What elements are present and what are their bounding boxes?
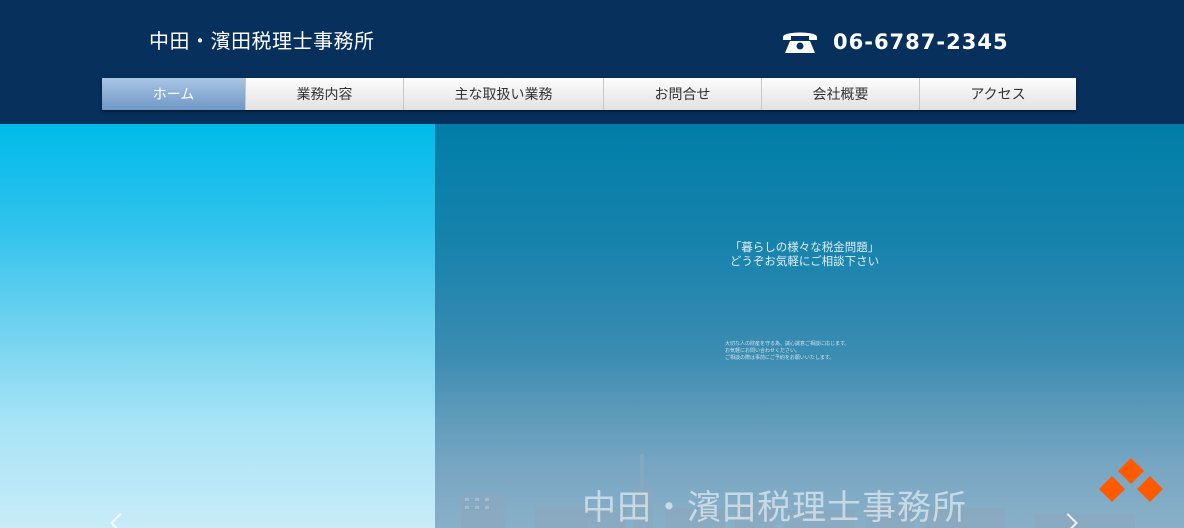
telephone-icon (783, 32, 817, 53)
site-header: 中田・濱田税理士事務所 06-6787-2345 ホーム 業務内容 主な取扱い業… (0, 0, 1184, 124)
phone-number[interactable]: 06-6787-2345 (833, 30, 1009, 54)
nav-item-access[interactable]: アクセス (920, 78, 1076, 110)
diamond-logo-icon[interactable] (1096, 458, 1166, 518)
hero-sky-panel (0, 124, 435, 528)
hero-small-line: お気軽にお問い合わせください。 (725, 348, 801, 354)
hero-small-line: ご相談の際は事前にご予約をお願いいたします。 (725, 355, 835, 361)
nav-item-main-business[interactable]: 主な取扱い業務 (404, 78, 604, 110)
hero-lead-text: 「暮らしの様々な税金問題」 どうぞお気軽にご相談下さい (667, 240, 942, 268)
nav-item-services[interactable]: 業務内容 (246, 78, 404, 110)
main-nav: ホーム 業務内容 主な取扱い業務 お問合せ 会社概要 アクセス (102, 78, 1076, 110)
hero-lead-line: 「暮らしの様々な税金問題」 (729, 240, 880, 254)
nav-item-contact[interactable]: お問合せ (604, 78, 762, 110)
site-title[interactable]: 中田・濱田税理士事務所 (149, 25, 375, 54)
hero-lead-line: どうぞお気軽にご相談下さい (729, 254, 880, 268)
hero-city-panel (435, 124, 1184, 528)
nav-item-home[interactable]: ホーム (102, 78, 246, 110)
hero-title: 中田・濱田税理士事務所 (582, 488, 967, 528)
hero-slider: 「暮らしの様々な税金問題」 どうぞお気軽にご相談下さい 大切な人の財産を守る為、… (0, 124, 1184, 528)
hero-small-line: 大切な人の財産を守る為、誠心誠意ご相談に応じます。 (725, 341, 850, 347)
hero-small-text: 大切な人の財産を守る為、誠心誠意ご相談に応じます。 お気軽にお問い合わせください… (725, 341, 895, 362)
phone-contact[interactable]: 06-6787-2345 (781, 26, 1009, 58)
nav-item-company[interactable]: 会社概要 (762, 78, 920, 110)
